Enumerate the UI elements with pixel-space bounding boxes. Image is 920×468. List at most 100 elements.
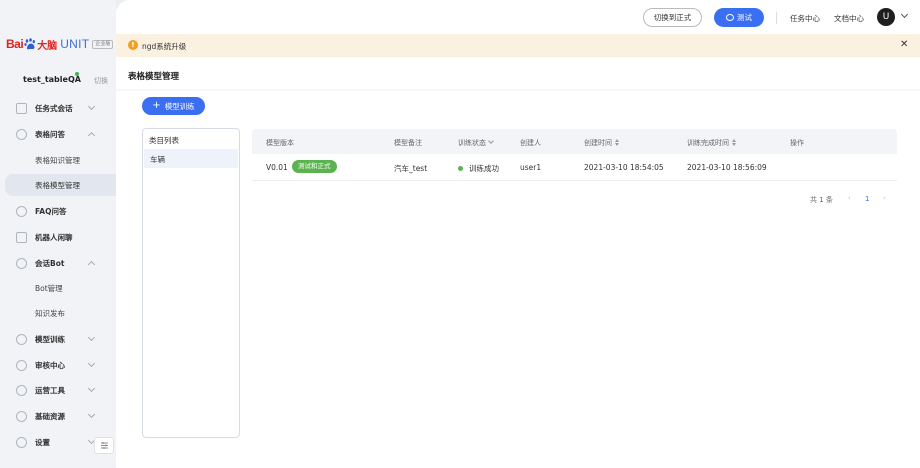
column-header-finished[interactable]: 训练完成时间 [687, 138, 737, 148]
column-header-finished-label: 训练完成时间 [687, 139, 729, 147]
column-header-actions: 操作 [790, 139, 804, 147]
chevron-down-icon [87, 333, 96, 342]
category-item-label: 车辆 [150, 155, 165, 164]
sidebar-item-label: 会话Bot [35, 258, 65, 268]
sidebar-item-label: FAQ问答 [35, 206, 67, 216]
avatar[interactable]: U [877, 8, 895, 26]
logo-du: 大脑 [37, 40, 58, 52]
sidebar-item-task-dialog[interactable]: 任务式会话 [0, 98, 116, 118]
chevron-left-icon[interactable]: ‹ [848, 194, 851, 202]
train-icon [16, 333, 27, 345]
chevron-right-icon[interactable]: › [883, 194, 886, 202]
collapse-sidebar-button[interactable] [94, 437, 114, 454]
sidebar-item-table-qa[interactable]: 表格问答 [0, 124, 116, 144]
doc-center-link[interactable]: 文档中心 [834, 13, 864, 24]
switch-to-official-button[interactable]: 切换到正式 [643, 8, 702, 27]
page-title: 表格模型管理 [128, 72, 180, 82]
resource-icon [16, 410, 27, 422]
sidebar-item-label: 设置 [35, 437, 50, 447]
divider [776, 12, 777, 24]
cell-finished: 2021-03-10 18:56:09 [687, 163, 767, 172]
model-train-label: 模型训练 [164, 101, 195, 111]
chevron-down-icon [87, 384, 96, 393]
table-icon [16, 128, 27, 140]
sidebar-item-knowledge-publish[interactable]: 知识发布 [0, 302, 116, 324]
page-number[interactable]: 1 [865, 195, 869, 203]
close-icon[interactable]: ✕ [900, 39, 908, 50]
column-header-note: 模型备注 [394, 139, 422, 147]
bot-name: test_tableQA [23, 75, 81, 84]
top-bar: 切换到正式 测试 任务中心 文档中心 U [116, 0, 920, 34]
sidebar-item-label: 机器人闲聊 [35, 232, 73, 242]
sidebar-item-chitchat[interactable]: 机器人闲聊 [0, 227, 116, 247]
sidebar-item-resources[interactable]: 基础资源 [0, 406, 116, 426]
chevron-down-icon [488, 138, 494, 144]
sidebar-item-label: 模型训练 [35, 334, 65, 344]
sidebar-item-label: 知识发布 [35, 309, 65, 318]
sidebar-item-label: 基础资源 [35, 411, 65, 421]
cell-note: 汽车_test [394, 164, 428, 173]
category-list: 类目列表 车辆 [142, 128, 240, 438]
column-header-status-label: 训练状态 [458, 139, 486, 147]
column-header-creator: 创建人 [520, 139, 541, 147]
chevron-up-icon [87, 131, 96, 140]
settings-icon [16, 436, 27, 448]
table-row: V0.01 测试和正式 汽车_test 训练成功 user1 2021-03-1… [252, 154, 897, 181]
sidebar-item-label: Bot管理 [35, 284, 63, 293]
chevron-down-icon [87, 102, 96, 111]
sidebar-item-ops-tools[interactable]: 运营工具 [0, 380, 116, 400]
sidebar-item-label: 表格问答 [35, 129, 65, 139]
chevron-down-icon[interactable] [900, 10, 909, 19]
edition-badge: 企业版 [92, 39, 114, 49]
category-item[interactable]: 车辆 [144, 149, 238, 168]
sidebar-item-dialog-bot[interactable]: 会话Bot [0, 253, 116, 273]
column-header-status[interactable]: 训练状态 [458, 138, 494, 148]
chevron-up-icon [87, 260, 96, 269]
chevron-down-icon [87, 359, 96, 368]
bot-switcher: test_tableQA 切换 [0, 72, 116, 86]
baidu-unit-logo[interactable]: Bai 大脑 UNIT 企业版 [6, 36, 114, 52]
sidebar-item-label: 表格模型管理 [35, 181, 80, 190]
test-button-label: 测试 [737, 13, 752, 22]
main-panel: 切换到正式 测试 任务中心 文档中心 U ! ngd系统升级 ✕ 表格模型管理 … [116, 0, 920, 468]
cell-created: 2021-03-10 18:54:05 [584, 163, 664, 172]
sliders-icon [100, 442, 108, 449]
sidebar-item-label: 运营工具 [35, 385, 65, 395]
sidebar-item-table-knowledge[interactable]: 表格知识管理 [0, 149, 116, 171]
task-center-link[interactable]: 任务中心 [790, 13, 820, 24]
faq-icon [16, 205, 27, 217]
sort-icon [732, 139, 737, 146]
switch-bot-link[interactable]: 切换 [94, 76, 108, 86]
table-header: 模型版本 模型备注 训练状态 创建人 创建时间 训练完成时间 操作 [252, 129, 897, 154]
cell-status-text: 训练成功 [469, 164, 499, 173]
chevron-down-icon [87, 410, 96, 419]
sidebar-item-label: 表格知识管理 [35, 156, 80, 165]
sidebar-item-bot-manage[interactable]: Bot管理 [0, 277, 116, 299]
sidebar-item-label: 审核中心 [35, 360, 65, 370]
pagination-total: 共 1 条 [810, 196, 833, 204]
task-icon [16, 102, 27, 114]
sidebar-item-table-model[interactable]: 表格模型管理 [5, 174, 116, 196]
column-header-version: 模型版本 [266, 139, 294, 147]
column-header-created[interactable]: 创建时间 [584, 138, 620, 148]
cell-version: V0.01 [266, 163, 288, 172]
divider [116, 89, 920, 92]
sidebar-item-label: 任务式会话 [35, 103, 73, 113]
model-train-button[interactable]: + 模型训练 [142, 97, 205, 115]
test-button[interactable]: 测试 [714, 8, 764, 27]
bot-icon [16, 257, 27, 269]
sidebar-item-audit[interactable]: 审核中心 [0, 355, 116, 375]
plus-icon: + [152, 100, 161, 111]
sidebar-item-faq[interactable]: FAQ问答 [0, 201, 116, 221]
column-header-created-label: 创建时间 [584, 139, 612, 147]
product-name: UNIT [60, 37, 90, 51]
logo-bai: Bai [6, 37, 24, 51]
status-dot [458, 166, 463, 171]
env-tag: 测试和正式 [292, 160, 337, 173]
sidebar: Bai 大脑 UNIT 企业版 test_tableQA 切换 任务式会话 表格… [0, 0, 116, 468]
notice-banner: ! ngd系统升级 ✕ [116, 34, 920, 57]
category-list-header: 类目列表 [149, 136, 179, 145]
sidebar-item-model-train[interactable]: 模型训练 [0, 329, 116, 349]
notice-text: ngd系统升级 [142, 42, 187, 51]
cell-creator: user1 [520, 163, 542, 172]
